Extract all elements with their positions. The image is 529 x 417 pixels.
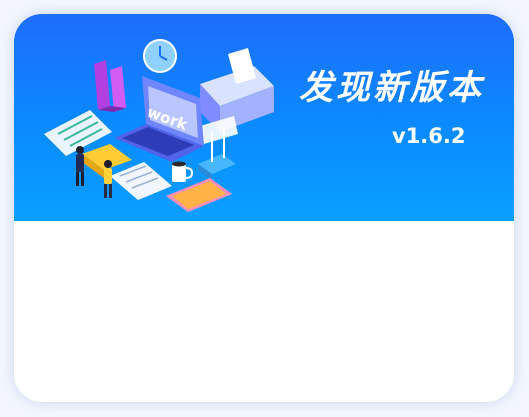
clock-icon bbox=[143, 39, 177, 73]
binders-icon bbox=[94, 60, 126, 112]
dialog-body bbox=[14, 221, 514, 402]
dialog-banner: work 发现新版本 v1.6.2 bbox=[14, 14, 514, 221]
papers-icon bbox=[110, 162, 172, 200]
coffee-cup-icon bbox=[172, 161, 194, 182]
laptop-icon: work bbox=[114, 76, 204, 162]
dialog-title: 发现新版本 bbox=[299, 68, 484, 108]
printer-icon bbox=[200, 48, 274, 144]
office-illustration: work bbox=[44, 39, 274, 212]
person-icon bbox=[104, 160, 112, 198]
update-dialog: work 发现新版本 v1.6.2 bbox=[14, 14, 514, 402]
person-icon bbox=[76, 146, 84, 186]
tablet-icon bbox=[166, 178, 232, 212]
version-label: v1.6.2 bbox=[392, 124, 466, 148]
